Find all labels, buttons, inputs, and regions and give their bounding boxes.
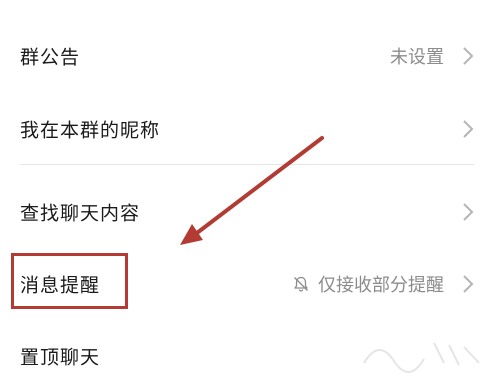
settings-row-search-chat[interactable]: 查找聊天内容 (0, 180, 500, 244)
settings-row-value: 未设置 (390, 43, 444, 69)
bell-muted-icon (294, 276, 308, 292)
group-notice-status: 未设置 (390, 47, 444, 68)
chevron-right-icon (463, 203, 474, 221)
settings-row-my-nickname[interactable]: 我在本群的昵称 (0, 97, 500, 161)
chevron-right-icon (463, 120, 474, 138)
watermark-logo (363, 342, 480, 373)
settings-row-group-notice[interactable]: 群公告 未设置 (0, 24, 500, 88)
settings-row-label: 查找聊天内容 (20, 202, 141, 225)
reminder-status: 仅接收部分提醒 (318, 275, 444, 296)
annotation-highlight-box (11, 253, 128, 309)
settings-row-label: 群公告 (20, 46, 81, 69)
settings-row-label: 我在本群的昵称 (20, 119, 161, 142)
settings-row-label: 置顶聊天 (20, 346, 101, 369)
section-divider (20, 164, 474, 165)
chevron-right-icon (463, 275, 474, 293)
chevron-right-icon (463, 47, 474, 65)
settings-row-value: 仅接收部分提醒 (292, 271, 444, 297)
